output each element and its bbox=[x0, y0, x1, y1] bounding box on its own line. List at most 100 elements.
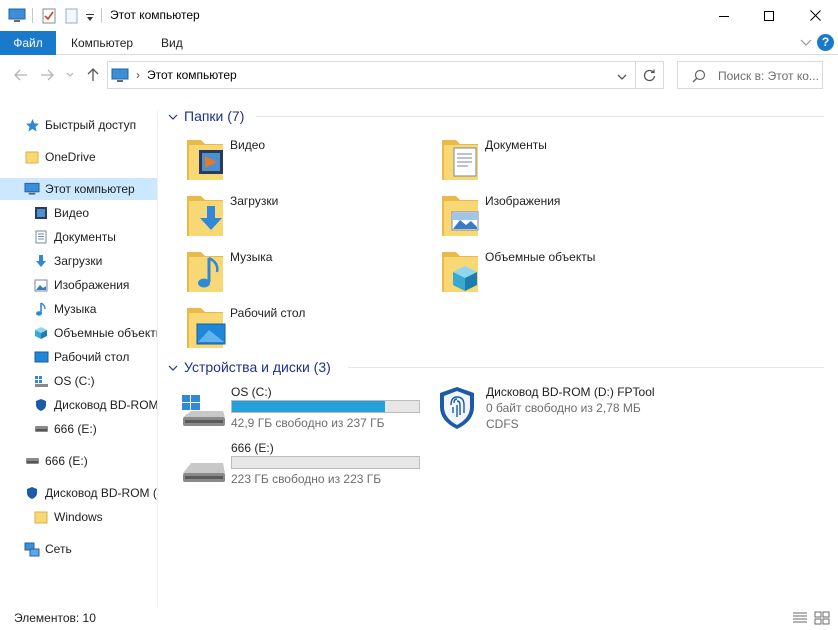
folder-item-video[interactable]: Видео bbox=[185, 136, 265, 184]
folder-label: Загрузки bbox=[230, 194, 279, 208]
tab-file[interactable]: Файл bbox=[0, 31, 56, 55]
group-divider bbox=[256, 116, 824, 117]
folder-item-3d-objects[interactable]: Объемные объекты bbox=[440, 248, 595, 296]
3d-cube-icon bbox=[33, 325, 49, 341]
up-button[interactable] bbox=[84, 66, 102, 84]
nav-drive-e-root[interactable]: 666 (E:) bbox=[24, 450, 88, 472]
help-button[interactable]: ? bbox=[817, 34, 834, 51]
drive-icon bbox=[24, 453, 40, 469]
download-arrow-icon bbox=[33, 253, 49, 269]
video-icon bbox=[33, 205, 49, 221]
nav-label: Рабочий стол bbox=[54, 350, 130, 364]
group-title: Папки (7) bbox=[184, 108, 245, 124]
drive-usage-fill bbox=[232, 401, 386, 412]
nav-3d-objects[interactable]: Объемные объекты bbox=[33, 322, 158, 344]
properties-icon[interactable] bbox=[42, 8, 56, 27]
refresh-icon bbox=[643, 69, 656, 81]
group-divider bbox=[348, 367, 824, 368]
nav-this-pc[interactable]: Этот компьютер bbox=[0, 178, 157, 200]
nav-bdrom-root[interactable]: Дисковод BD-ROM ( bbox=[24, 482, 157, 504]
nav-music[interactable]: Музыка bbox=[33, 298, 96, 320]
this-pc-icon[interactable] bbox=[8, 8, 26, 26]
nav-onedrive[interactable]: OneDrive bbox=[24, 146, 96, 168]
group-header-drives[interactable]: Устройства и диски (3) bbox=[168, 357, 331, 377]
title-separator bbox=[32, 8, 33, 23]
search-input[interactable]: Поиск в: Этот ко... bbox=[718, 69, 819, 83]
folder-item-desktop[interactable]: Рабочий стол bbox=[185, 304, 305, 352]
this-pc-icon bbox=[24, 181, 40, 197]
back-arrow-icon bbox=[14, 69, 27, 81]
downloads-folder-icon bbox=[185, 192, 233, 240]
drive-item-e[interactable]: 666 (E:) 223 ГБ свободно из 223 ГБ bbox=[181, 441, 426, 491]
drive-item-bdrom[interactable]: Дисковод BD-ROM (D:) FPTool 0 байт свобо… bbox=[436, 385, 676, 435]
tab-view[interactable]: Вид bbox=[151, 31, 193, 55]
expand-ribbon-icon[interactable] bbox=[800, 36, 812, 50]
group-header-folders[interactable]: Папки (7) bbox=[168, 106, 244, 126]
folder-label: Видео bbox=[230, 138, 266, 152]
recent-locations-button[interactable] bbox=[64, 66, 76, 84]
nav-downloads[interactable]: Загрузки bbox=[33, 250, 102, 272]
large-icons-view-icon[interactable] bbox=[814, 611, 830, 625]
video-folder-icon bbox=[185, 136, 233, 184]
nav-label: Загрузки bbox=[54, 254, 103, 268]
search-box[interactable]: Поиск в: Этот ко... bbox=[677, 61, 823, 89]
nav-label: OS (C:) bbox=[54, 374, 95, 388]
drive-free-space: 223 ГБ свободно из 223 ГБ bbox=[231, 472, 382, 486]
nav-label: Быстрый доступ bbox=[45, 118, 137, 132]
maximize-icon bbox=[764, 10, 774, 21]
nav-video[interactable]: Видео bbox=[33, 202, 89, 224]
chevron-down-icon bbox=[66, 72, 74, 77]
shield-icon bbox=[24, 485, 40, 501]
drive-item-c[interactable]: OS (C:) 42,9 ГБ свободно из 237 ГБ bbox=[181, 385, 426, 435]
nav-images[interactable]: Изображения bbox=[33, 274, 129, 296]
minimize-icon bbox=[719, 15, 729, 17]
music-note-icon bbox=[33, 301, 49, 317]
nav-label: Windows bbox=[54, 510, 103, 524]
nav-label: Объемные объекты bbox=[54, 326, 158, 340]
refresh-button[interactable] bbox=[635, 61, 664, 89]
nav-network[interactable]: Сеть bbox=[24, 538, 72, 560]
group-title: Устройства и диски (3) bbox=[184, 359, 331, 375]
3d-objects-folder-icon bbox=[440, 248, 488, 296]
nav-windows[interactable]: Windows bbox=[33, 506, 103, 528]
customize-toolbar-dropdown-icon[interactable] bbox=[86, 11, 94, 25]
address-dropdown-icon[interactable] bbox=[617, 70, 627, 84]
nav-label: Дисковод BD-ROM ( bbox=[45, 486, 157, 500]
forward-button[interactable] bbox=[38, 66, 56, 84]
folder-item-music[interactable]: Музыка bbox=[185, 248, 272, 296]
nav-label: Сеть bbox=[45, 542, 72, 556]
status-bar: Элементов: 10 bbox=[0, 607, 838, 630]
network-icon bbox=[24, 541, 40, 557]
drive-icon bbox=[181, 441, 229, 489]
nav-bdrom[interactable]: Дисковод BD-ROM bbox=[33, 394, 157, 416]
nav-drive-e[interactable]: 666 (E:) bbox=[33, 418, 97, 440]
nav-label: 666 (E:) bbox=[54, 422, 97, 436]
nav-os-c[interactable]: OS (C:) bbox=[33, 370, 95, 392]
breadcrumb-separator[interactable]: › bbox=[136, 68, 140, 82]
nav-desktop[interactable]: Рабочий стол bbox=[33, 346, 129, 368]
documents-folder-icon bbox=[440, 136, 488, 184]
maximize-button[interactable] bbox=[746, 0, 792, 31]
collapse-chevron-icon bbox=[168, 108, 178, 124]
new-folder-icon[interactable] bbox=[65, 8, 78, 27]
close-button[interactable] bbox=[792, 0, 838, 31]
details-view-icon[interactable] bbox=[792, 611, 808, 625]
up-arrow-icon bbox=[87, 68, 99, 81]
close-icon bbox=[809, 10, 821, 21]
folder-label: Документы bbox=[485, 138, 547, 152]
back-button[interactable] bbox=[12, 66, 30, 84]
minimize-button[interactable] bbox=[701, 0, 747, 31]
nav-quick-access[interactable]: Быстрый доступ bbox=[24, 114, 136, 136]
folder-label: Музыка bbox=[230, 250, 273, 264]
folder-item-images[interactable]: Изображения bbox=[440, 192, 560, 240]
drive-name: OS (C:) bbox=[231, 385, 272, 399]
breadcrumb[interactable]: Этот компьютер bbox=[147, 68, 237, 82]
collapse-chevron-icon bbox=[168, 359, 178, 375]
nav-documents[interactable]: Документы bbox=[33, 226, 116, 248]
folder-item-documents[interactable]: Документы bbox=[440, 136, 547, 184]
tab-computer[interactable]: Компьютер bbox=[61, 31, 143, 55]
address-bar[interactable]: › Этот компьютер bbox=[107, 61, 636, 89]
folder-item-downloads[interactable]: Загрузки bbox=[185, 192, 278, 240]
document-icon bbox=[33, 229, 49, 245]
folder-label: Объемные объекты bbox=[485, 250, 596, 264]
